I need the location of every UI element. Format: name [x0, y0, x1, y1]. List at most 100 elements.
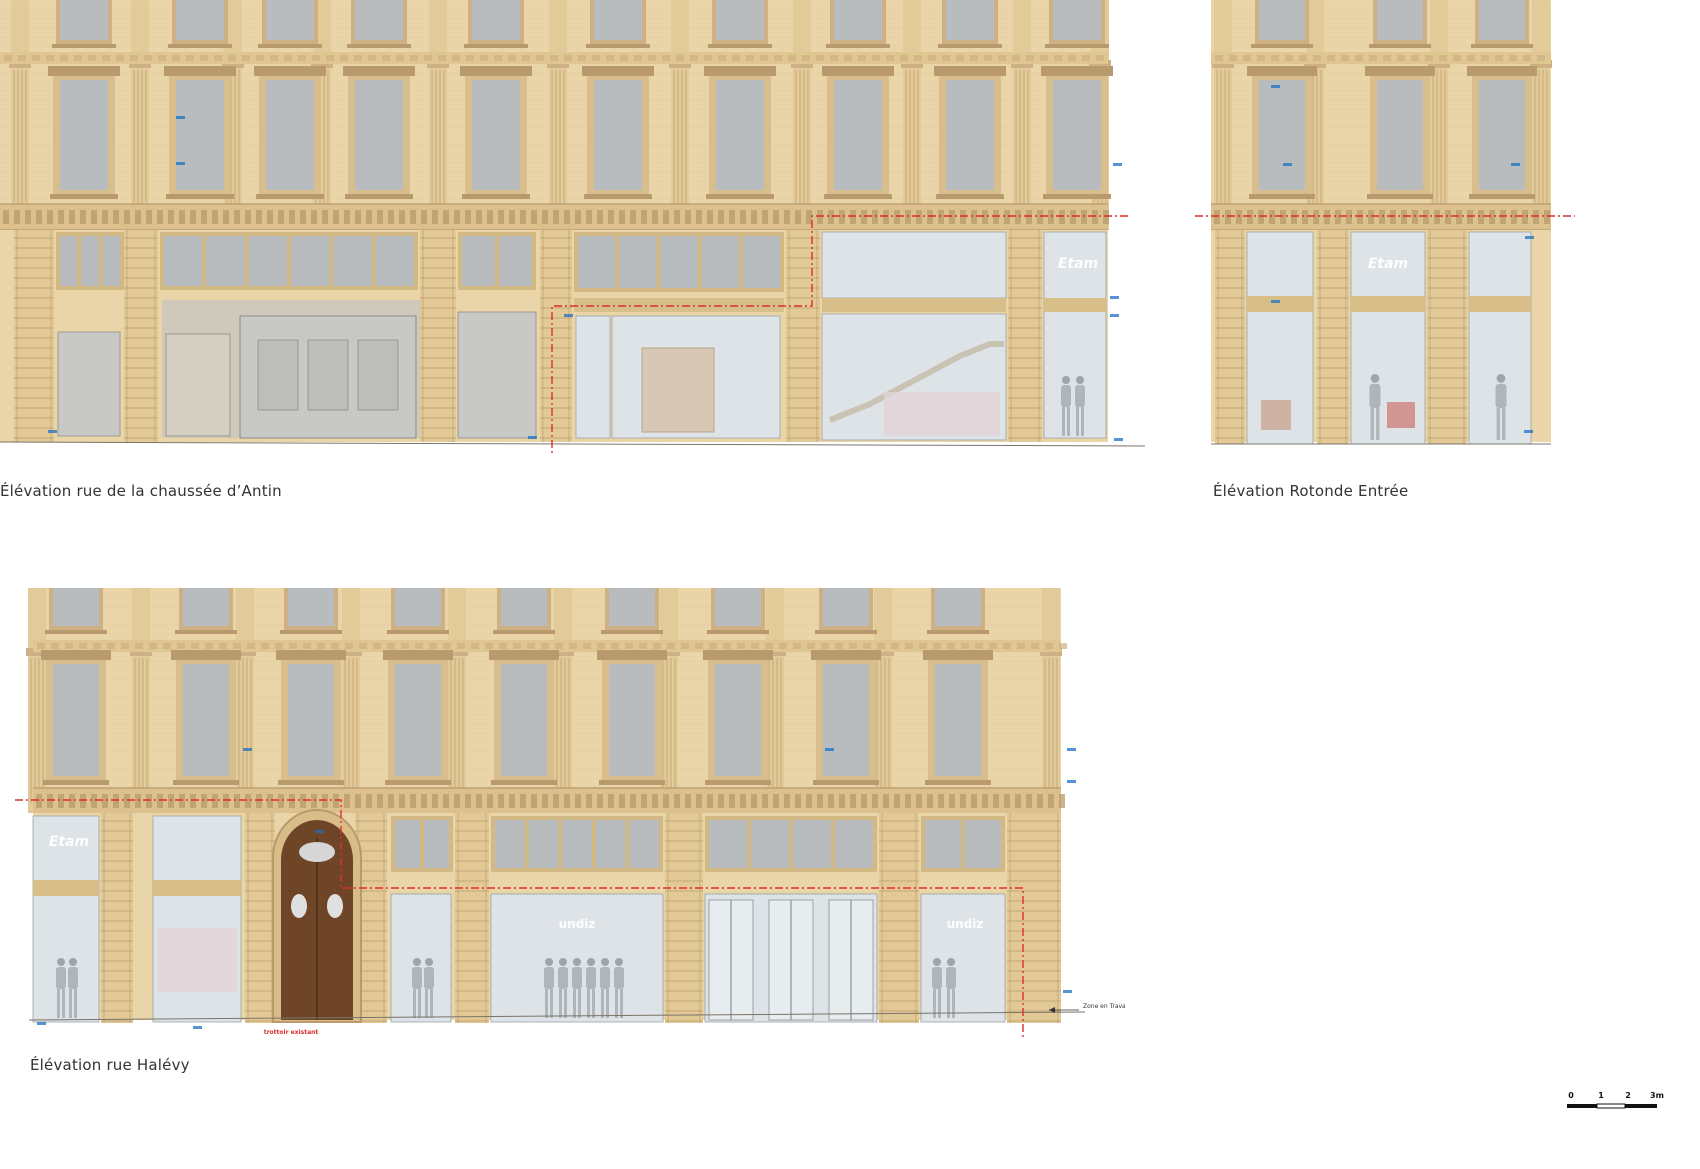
fascia-band	[33, 880, 99, 896]
dimension-tag	[564, 314, 573, 317]
window-main	[53, 664, 99, 776]
modillion	[278, 210, 284, 224]
pier	[420, 230, 456, 442]
frieze-block	[443, 643, 451, 649]
frieze-block	[298, 55, 306, 61]
frieze-block	[270, 55, 278, 61]
dimension-tag	[315, 830, 324, 833]
frieze-block	[905, 643, 913, 649]
frieze-block	[527, 643, 535, 649]
mannequin-leg	[952, 989, 955, 1018]
elevation-antin: Etam	[0, 0, 1146, 456]
frieze-block	[788, 55, 796, 61]
modillion	[1346, 210, 1352, 224]
frieze-block	[214, 55, 222, 61]
frieze-block	[1285, 55, 1293, 61]
frieze-block	[499, 643, 507, 649]
window-main	[395, 664, 441, 776]
frieze-block	[1495, 55, 1503, 61]
modillion	[509, 210, 515, 224]
modillion	[179, 210, 185, 224]
modillion	[960, 794, 966, 808]
transom-pane	[60, 236, 78, 286]
window-sill-main	[599, 780, 665, 785]
frieze-block	[634, 55, 642, 61]
mannequin-head	[1076, 376, 1084, 384]
frieze-block	[116, 55, 124, 61]
mannequin-leg	[587, 989, 590, 1018]
frieze-block	[522, 55, 530, 61]
modillion	[696, 794, 702, 808]
modillion	[861, 210, 867, 224]
frieze-block	[60, 55, 68, 61]
window-lintel	[704, 66, 776, 76]
shutter-panel	[357, 339, 399, 411]
frieze-block	[74, 55, 82, 61]
mannequin-leg	[69, 989, 72, 1018]
mannequin-leg	[578, 989, 581, 1018]
frieze-block	[1012, 55, 1020, 61]
modillion	[135, 794, 141, 808]
window-lintel	[383, 650, 453, 660]
window-main	[355, 80, 403, 190]
modillion	[960, 210, 966, 224]
modillion	[993, 794, 999, 808]
fascia-band	[153, 880, 241, 896]
modillion	[894, 210, 900, 224]
modillion	[740, 210, 746, 224]
frieze-block	[1467, 55, 1475, 61]
window-sill-main	[925, 780, 991, 785]
frieze-block	[1257, 55, 1265, 61]
modillion	[608, 794, 614, 808]
modillion	[773, 210, 779, 224]
modillion	[289, 210, 295, 224]
rotonde-facade: Etam	[1211, 0, 1552, 445]
modillion	[883, 210, 889, 224]
frieze-block	[1313, 55, 1321, 61]
window-main	[594, 80, 642, 190]
shutter-panel	[307, 339, 349, 411]
mannequin-leg	[615, 989, 618, 1018]
frieze-block	[760, 55, 768, 61]
modillion	[223, 794, 229, 808]
modillion	[1291, 210, 1297, 224]
modillion	[839, 210, 845, 224]
frieze-block	[242, 55, 250, 61]
window-sill-main	[1469, 194, 1535, 199]
frieze-block	[872, 55, 880, 61]
modillion	[1456, 210, 1462, 224]
window-top	[266, 0, 314, 40]
modillion	[190, 794, 196, 808]
shopfront-glass	[821, 231, 1007, 299]
window-sill-main	[1367, 194, 1433, 199]
mannequin-leg	[620, 989, 623, 1018]
window-sill-main	[385, 780, 451, 785]
frieze-block	[961, 643, 969, 649]
frieze-block	[275, 643, 283, 649]
modillion	[707, 210, 713, 224]
window-sill-main	[345, 194, 413, 199]
window-lintel	[934, 66, 1006, 76]
modillion	[619, 210, 625, 224]
modillion	[157, 794, 163, 808]
modillion	[729, 210, 735, 224]
transom-pane	[925, 820, 961, 868]
window-top	[395, 588, 441, 626]
mannequin-leg	[592, 989, 595, 1018]
frieze-block	[46, 55, 54, 61]
frieze-block	[331, 643, 339, 649]
caption-rotonde: Élévation Rotonde Entrée	[1213, 482, 1409, 500]
elevation-rotonde: Etam	[1195, 0, 1575, 445]
frieze-block	[1040, 55, 1048, 61]
modillion	[168, 794, 174, 808]
frieze-block	[625, 643, 633, 649]
modillion	[971, 794, 977, 808]
window-top	[716, 0, 764, 40]
window-top	[715, 588, 761, 626]
mannequin-head	[545, 958, 553, 966]
window-top	[53, 588, 99, 626]
modillion	[355, 794, 361, 808]
window-sill	[52, 44, 116, 48]
display-panel	[641, 347, 715, 433]
frieze-block	[536, 55, 544, 61]
